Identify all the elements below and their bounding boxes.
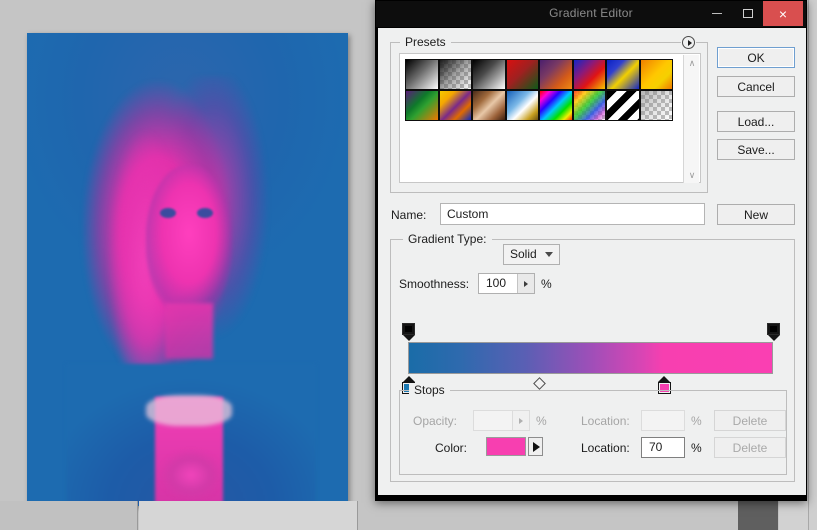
workspace-panel-mid xyxy=(139,501,358,530)
stops-legend: Stops xyxy=(409,383,450,397)
preset-chrome[interactable] xyxy=(505,90,539,121)
color-label: Color: xyxy=(435,441,468,455)
new-button[interactable]: New xyxy=(717,204,795,225)
preset-transparent-rainbow[interactable] xyxy=(572,90,606,121)
color-delete-button: Delete xyxy=(714,437,786,458)
preset-copper[interactable] xyxy=(472,90,506,121)
ok-button[interactable]: OK xyxy=(717,47,795,68)
gradient-type-group: Gradient Type: Solid Smoothness: 100 % S… xyxy=(390,232,795,482)
opacity-stop-left[interactable] xyxy=(402,323,415,341)
presets-group: Presets ∧ ∨ xyxy=(390,35,708,193)
opacity-unit: % xyxy=(536,414,547,428)
name-input[interactable]: Custom xyxy=(440,203,705,225)
preset-spectrum[interactable] xyxy=(539,90,573,121)
preset-transparent-stripes[interactable] xyxy=(606,90,640,121)
gradient-type-label: Gradient Type: xyxy=(403,232,492,246)
load-button[interactable]: Load... xyxy=(717,111,795,132)
color-location-label: Location: xyxy=(581,441,630,455)
color-picker-arrow-icon[interactable] xyxy=(528,437,543,456)
presets-flyout-button[interactable] xyxy=(681,35,696,50)
preset-blue-yellow-blue[interactable] xyxy=(606,59,640,90)
opacity-input xyxy=(473,410,530,431)
smoothness-value: 100 xyxy=(486,276,507,290)
presets-list[interactable]: ∧ ∨ xyxy=(399,53,701,183)
photo-collar xyxy=(145,394,233,426)
opacity-location-label: Location: xyxy=(581,414,630,428)
name-label: Name: xyxy=(391,208,427,222)
cancel-button[interactable]: Cancel xyxy=(717,76,795,97)
maximize-button[interactable] xyxy=(732,1,763,26)
minimize-button[interactable] xyxy=(701,1,732,26)
chevron-down-icon xyxy=(545,252,553,257)
dialog-titlebar[interactable]: Gradient Editor × xyxy=(376,1,806,27)
color-location-unit: % xyxy=(691,441,702,455)
opacity-stop-swatch xyxy=(402,323,415,335)
preset-red-green[interactable] xyxy=(505,59,539,90)
minimize-icon xyxy=(711,13,722,14)
opacity-spinner xyxy=(512,411,529,430)
smoothness-label: Smoothness: xyxy=(399,277,470,291)
maximize-icon xyxy=(742,9,753,18)
smoothness-input[interactable]: 100 xyxy=(478,273,535,294)
close-button[interactable]: × xyxy=(763,1,803,26)
opacity-location-unit: % xyxy=(691,414,702,428)
flyout-menu-icon xyxy=(682,36,695,49)
opacity-stop-swatch xyxy=(767,323,780,335)
dialog-body: Presets ∧ ∨ OK Cancel Load... Save... Ne… xyxy=(378,28,806,495)
workspace-panel-dark xyxy=(738,501,778,530)
preset-black-white[interactable] xyxy=(472,59,506,90)
preset-violet-green-orange[interactable] xyxy=(405,90,439,121)
preset-neutral-density[interactable] xyxy=(639,90,673,121)
color-swatch[interactable] xyxy=(486,437,526,456)
opacity-location-input xyxy=(641,410,685,431)
scroll-down-icon[interactable]: ∨ xyxy=(684,167,700,183)
gradient-editor-dialog: Gradient Editor × Presets ∧ ∨ OK Cancel … xyxy=(375,0,807,501)
workspace-panel-left xyxy=(0,501,138,530)
photo-hands xyxy=(158,449,223,502)
stops-group: Stops Opacity: % Location: % Delete Colo… xyxy=(399,383,787,475)
gradient-type-select[interactable]: Solid xyxy=(503,244,560,265)
save-button[interactable]: Save... xyxy=(717,139,795,160)
gradient-type-value: Solid xyxy=(510,247,537,261)
preset-orange-yellow-orange[interactable] xyxy=(639,59,673,90)
smoothness-unit: % xyxy=(541,277,552,291)
preset-blue-red-yellow[interactable] xyxy=(572,59,606,90)
color-location-input[interactable]: 70 xyxy=(641,437,685,458)
opacity-label: Opacity: xyxy=(413,414,458,428)
opacity-stop-right[interactable] xyxy=(767,323,780,341)
photo-face xyxy=(145,165,233,317)
preset-violet-orange[interactable] xyxy=(539,59,573,90)
presets-grid xyxy=(405,59,673,121)
color-midpoint[interactable] xyxy=(533,377,547,390)
presets-legend: Presets xyxy=(400,35,451,49)
color-location-value: 70 xyxy=(649,440,663,454)
scroll-up-icon[interactable]: ∧ xyxy=(684,55,700,71)
preset-foreground-to-transparent[interactable] xyxy=(438,59,472,90)
opacity-delete-button: Delete xyxy=(714,410,786,431)
gradient-preview-bar[interactable] xyxy=(408,342,773,374)
photo-neck xyxy=(165,302,214,360)
preset-foreground-to-background[interactable] xyxy=(405,59,439,90)
document-canvas-photo[interactable] xyxy=(27,33,348,506)
presets-scrollbar[interactable]: ∧ ∨ xyxy=(683,55,699,183)
preset-yellow-violet-orange-blue[interactable] xyxy=(438,90,472,121)
smoothness-spinner[interactable] xyxy=(517,274,534,293)
workspace-right-rail xyxy=(808,0,817,530)
